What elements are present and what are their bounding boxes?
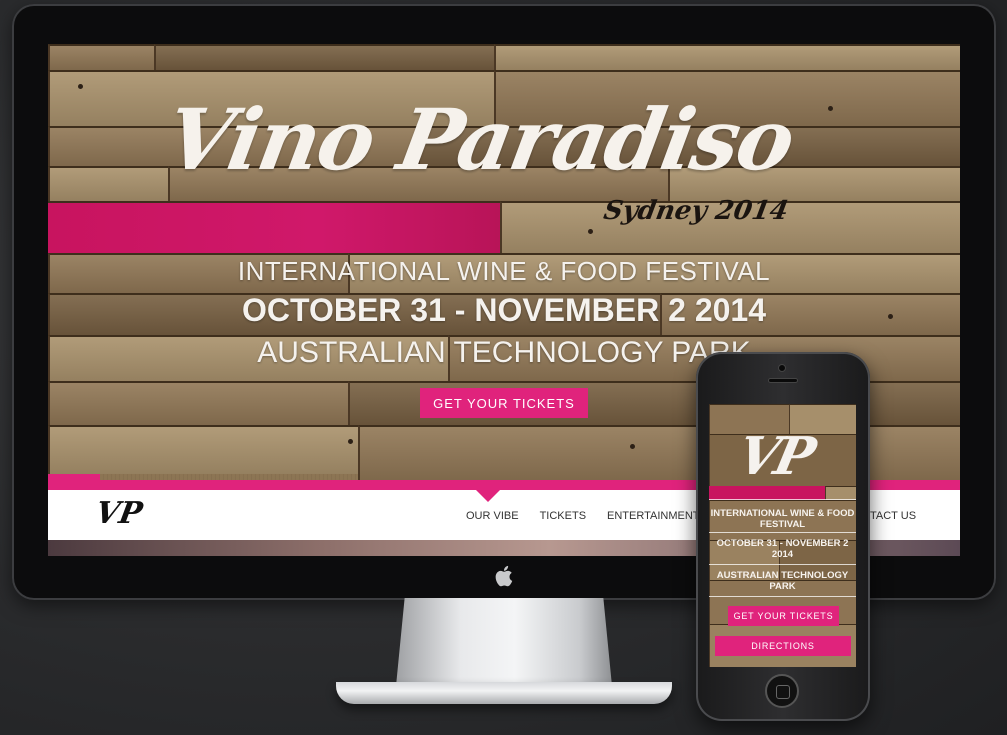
nav-item-contact-us[interactable]: TACT US [870, 510, 916, 522]
imac-stand-foot [336, 682, 672, 704]
hero-tagline: INTERNATIONAL WINE & FOOD FESTIVAL [237, 256, 771, 286]
divider-line [709, 499, 856, 500]
hero-dates: OCTOBER 31 - NOVEMBER 2 2014 [241, 292, 766, 328]
home-button [765, 674, 799, 708]
site-logo[interactable]: VP [93, 496, 145, 531]
divider-line [709, 532, 856, 533]
mobile-dates: OCTOBER 31 - NOVEMBER 2 2014 [716, 538, 849, 560]
wood-plank [48, 166, 168, 201]
divider-line [709, 564, 856, 565]
wood-knot [78, 84, 83, 89]
wood-plank [154, 44, 494, 70]
device-mockup-stage: Vino Paradiso Sydney 2014 INTERNATIONAL … [0, 0, 1007, 735]
nav-item-entertainment[interactable]: ENTERTAINMENT [607, 510, 700, 522]
imac-stand [396, 598, 612, 686]
wood-plank [48, 44, 154, 70]
wood-plank [48, 381, 348, 425]
wood-plank [494, 44, 960, 70]
hero-subtitle: Sydney 2014 [601, 196, 791, 226]
wood-knot [630, 444, 635, 449]
apple-logo-icon [495, 565, 513, 587]
get-tickets-button[interactable]: GET YOUR TICKETS [420, 388, 588, 418]
phone-speaker [768, 378, 798, 383]
mobile-website-screen: VP INTERNATIONAL WINE & FOOD FESTIVAL OC… [709, 404, 856, 667]
iphone-frame: VP INTERNATIONAL WINE & FOOD FESTIVAL OC… [696, 352, 870, 721]
wood-knot [348, 439, 353, 444]
mobile-directions-button[interactable]: DIRECTIONS [715, 636, 851, 656]
mobile-logo: VP [732, 426, 817, 487]
phone-camera [778, 364, 786, 372]
mobile-venue: AUSTRALIAN TECHNOLOGY PARK [716, 570, 849, 592]
nav-item-tickets[interactable]: TICKETS [540, 510, 586, 522]
divider-line [709, 596, 856, 597]
active-nav-indicator [476, 490, 500, 502]
mobile-tagline: INTERNATIONAL WINE & FOOD FESTIVAL [710, 508, 855, 530]
wood-knot [588, 229, 593, 234]
hero-title: Vino Paradiso [159, 90, 801, 189]
mobile-get-tickets-button[interactable]: GET YOUR TICKETS [728, 606, 839, 626]
wood-plank [825, 486, 856, 500]
wood-plank [48, 425, 358, 474]
nav-item-our-vibe[interactable]: OUR VIBE [466, 510, 519, 522]
mobile-pink-plank [709, 486, 825, 500]
